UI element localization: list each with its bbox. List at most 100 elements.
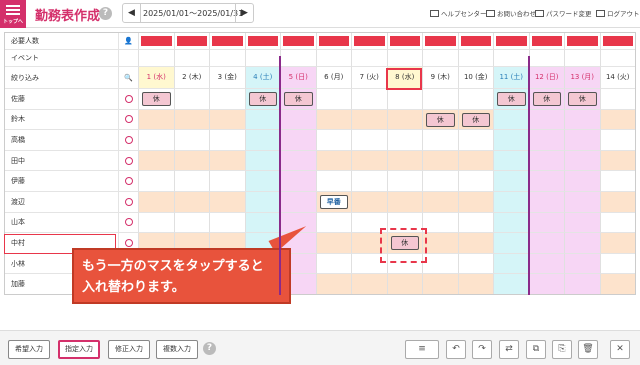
schedule-cell[interactable] xyxy=(386,109,422,131)
required-cell[interactable] xyxy=(422,33,458,50)
schedule-cell[interactable] xyxy=(386,89,422,110)
schedule-cell[interactable] xyxy=(138,192,174,213)
schedule-cell[interactable] xyxy=(528,130,564,151)
schedule-cell[interactable] xyxy=(493,192,529,213)
schedule-cell[interactable] xyxy=(386,130,422,151)
specified-input-button[interactable]: 指定入力 xyxy=(58,340,100,359)
schedule-cell[interactable] xyxy=(457,212,493,234)
schedule-cell[interactable] xyxy=(315,89,351,110)
schedule-cell[interactable] xyxy=(244,150,280,172)
shift-select-dropdown[interactable]: ≡ xyxy=(405,340,439,359)
schedule-cell[interactable] xyxy=(528,171,564,192)
schedule-cell[interactable] xyxy=(209,150,245,172)
schedule-cell[interactable] xyxy=(138,212,174,234)
schedule-cell[interactable] xyxy=(528,253,564,275)
event-cell[interactable] xyxy=(599,50,635,67)
copy-button[interactable]: ⧉ xyxy=(526,340,546,359)
schedule-cell[interactable] xyxy=(599,233,635,254)
schedule-cell[interactable] xyxy=(315,212,351,234)
schedule-cell[interactable] xyxy=(493,150,529,172)
schedule-cell[interactable] xyxy=(528,212,564,234)
schedule-cell[interactable] xyxy=(351,89,387,110)
multiple-input-button[interactable]: 複数入力 xyxy=(156,340,198,359)
schedule-cell[interactable] xyxy=(386,274,422,294)
shift-badge[interactable]: 休 xyxy=(284,92,313,106)
schedule-cell[interactable] xyxy=(599,109,635,131)
schedule-cell[interactable] xyxy=(457,89,493,110)
schedule-cell[interactable] xyxy=(493,171,529,192)
required-cell[interactable] xyxy=(457,33,493,50)
schedule-cell[interactable] xyxy=(209,212,245,234)
day-header-1[interactable]: 1 (水) xyxy=(138,67,174,89)
schedule-cell[interactable] xyxy=(138,150,174,172)
shift-badge[interactable]: 休 xyxy=(568,92,597,106)
schedule-cell[interactable] xyxy=(422,274,458,294)
event-cell[interactable] xyxy=(564,50,600,67)
schedule-cell[interactable] xyxy=(599,89,635,110)
schedule-cell[interactable] xyxy=(422,89,458,110)
schedule-cell[interactable] xyxy=(422,212,458,234)
prev-period-button[interactable]: ◀ xyxy=(123,4,141,22)
schedule-cell[interactable] xyxy=(138,130,174,151)
schedule-cell[interactable] xyxy=(173,109,209,131)
schedule-cell[interactable] xyxy=(422,171,458,192)
event-cell[interactable] xyxy=(209,50,245,67)
schedule-cell[interactable]: 休 xyxy=(457,109,493,131)
schedule-cell[interactable] xyxy=(315,109,351,131)
schedule-cell[interactable] xyxy=(564,130,600,151)
swap-button[interactable]: ⇄ xyxy=(499,340,519,359)
day-header-9[interactable]: 9 (木) xyxy=(422,67,458,89)
home-button[interactable]: トップへ xyxy=(0,0,26,28)
required-cell[interactable] xyxy=(315,33,351,50)
shift-badge[interactable]: 休 xyxy=(497,92,526,106)
schedule-cell[interactable] xyxy=(280,109,316,131)
staff-status-icon[interactable] xyxy=(118,109,138,131)
required-cell[interactable] xyxy=(493,33,529,50)
schedule-cell[interactable] xyxy=(564,171,600,192)
schedule-cell[interactable] xyxy=(528,274,564,294)
schedule-cell[interactable]: 休 xyxy=(244,89,280,110)
schedule-cell[interactable] xyxy=(457,150,493,172)
schedule-cell[interactable] xyxy=(351,274,387,294)
schedule-cell[interactable] xyxy=(351,192,387,213)
schedule-cell[interactable] xyxy=(209,109,245,131)
shift-badge[interactable]: 休 xyxy=(461,112,490,127)
schedule-cell[interactable] xyxy=(457,130,493,151)
schedule-cell[interactable] xyxy=(244,130,280,151)
event-cell[interactable] xyxy=(173,50,209,67)
event-cell[interactable] xyxy=(280,50,316,67)
staff-status-icon[interactable] xyxy=(118,130,138,151)
schedule-cell[interactable]: 休 xyxy=(280,89,316,110)
day-header-3[interactable]: 3 (金) xyxy=(209,67,245,89)
schedule-cell[interactable] xyxy=(138,171,174,192)
day-header-2[interactable]: 2 (木) xyxy=(173,67,209,89)
schedule-cell[interactable]: 休 xyxy=(493,89,529,110)
schedule-cell[interactable] xyxy=(599,253,635,275)
schedule-cell[interactable] xyxy=(564,150,600,172)
staff-status-icon[interactable] xyxy=(118,212,138,234)
schedule-cell[interactable] xyxy=(173,192,209,213)
schedule-cell[interactable] xyxy=(138,109,174,131)
shift-badge[interactable]: 休 xyxy=(426,112,455,127)
schedule-cell[interactable] xyxy=(173,171,209,192)
required-cell[interactable] xyxy=(351,33,387,50)
next-period-button[interactable]: ▶ xyxy=(235,4,253,22)
schedule-cell[interactable] xyxy=(244,171,280,192)
schedule-cell[interactable]: 早番 xyxy=(315,192,351,213)
event-cell[interactable] xyxy=(493,50,529,67)
schedule-cell[interactable]: 休 xyxy=(564,89,600,110)
event-cell[interactable] xyxy=(422,50,458,67)
logout-link[interactable]: ログアウト xyxy=(596,8,640,18)
day-header-12[interactable]: 12 (日) xyxy=(528,67,564,89)
event-cell[interactable] xyxy=(386,50,422,67)
correction-input-button[interactable]: 修正入力 xyxy=(108,340,150,359)
event-cell[interactable] xyxy=(457,50,493,67)
schedule-cell[interactable] xyxy=(422,233,458,254)
help-center-link[interactable]: ヘルプセンター xyxy=(430,8,487,18)
schedule-cell[interactable] xyxy=(457,274,493,294)
schedule-cell[interactable] xyxy=(599,171,635,192)
staff-status-icon[interactable] xyxy=(118,192,138,213)
schedule-cell[interactable] xyxy=(351,171,387,192)
schedule-cell[interactable] xyxy=(493,212,529,234)
event-cell[interactable] xyxy=(138,50,174,67)
